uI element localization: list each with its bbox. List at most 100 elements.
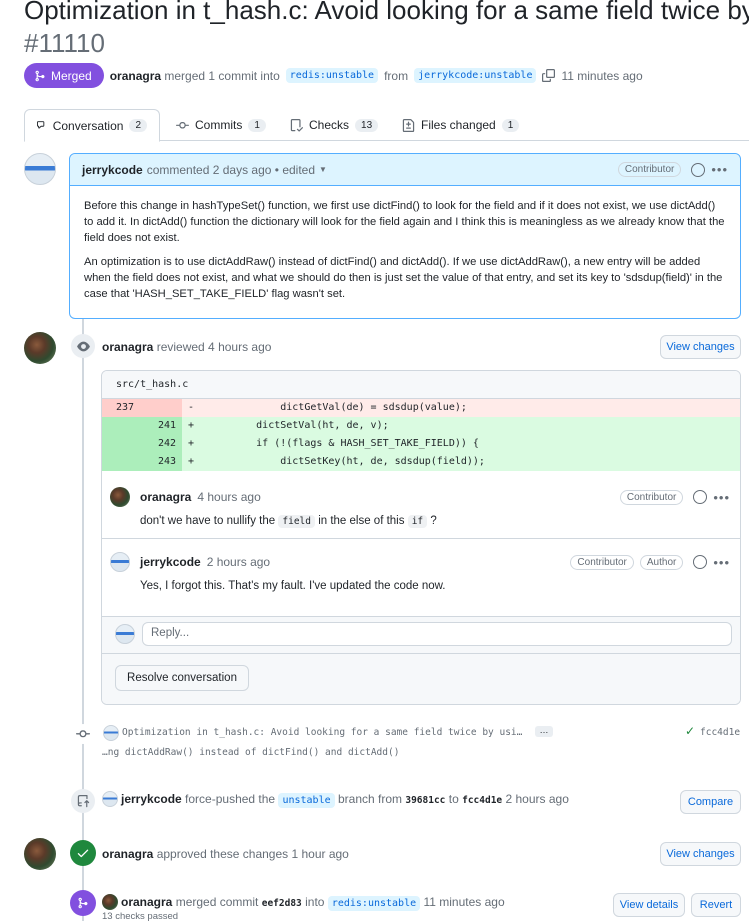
approval-action: approved these changes 1 hour ago — [156, 847, 349, 861]
tab-checks[interactable]: Checks 13 — [278, 109, 390, 141]
avatar[interactable] — [24, 332, 56, 364]
timeline-line — [82, 318, 84, 921]
merge-event-time[interactable]: 11 minutes ago — [423, 895, 504, 909]
from-sha[interactable]: 39681cc — [405, 795, 445, 806]
view-changes-button[interactable]: View changes — [660, 335, 741, 359]
avatar[interactable] — [102, 791, 118, 807]
view-changes-button[interactable]: View changes — [660, 842, 741, 866]
reply-area: Reply... Resolve conversation — [102, 616, 740, 704]
comment-header: jerrykcode commented 2 days ago • edited… — [70, 154, 740, 186]
avatar[interactable] — [103, 725, 119, 741]
review-comment-time[interactable]: 4 hours ago — [197, 490, 260, 504]
compare-button[interactable]: Compare — [680, 790, 741, 814]
approval-author[interactable]: oranagra — [102, 847, 153, 861]
merged-status-label: Merged — [51, 68, 92, 83]
new-line-number[interactable]: 243 — [152, 453, 182, 471]
avatar[interactable] — [24, 838, 56, 870]
review-comment-author[interactable]: oranagra — [140, 490, 191, 504]
commit-sha[interactable]: fcc4d1e — [700, 727, 740, 738]
checklist-icon — [290, 118, 303, 132]
tab-files-changed-label: Files changed — [421, 118, 496, 132]
comment-paragraph: Before this change in hashTypeSet() func… — [84, 200, 725, 244]
tab-conversation[interactable]: Conversation 2 — [24, 109, 160, 142]
checks-passed-text[interactable]: 13 checks passed — [102, 911, 178, 921]
file-path[interactable]: src/t_hash.c — [102, 371, 740, 399]
old-line-number[interactable] — [102, 417, 152, 435]
review-comment-body: Yes, I forgot this. That's my fault. I'v… — [140, 580, 446, 592]
merge-event-author[interactable]: oranagra — [121, 895, 172, 909]
merge-summary: oranagra merged 1 commit into — [110, 69, 280, 83]
comment-paragraph: An optimization is to use dictAddRaw() i… — [84, 256, 723, 300]
review-comment-header: jerrykcode 2 hours ago Contributor Autho… — [110, 552, 730, 572]
from-text: from — [384, 68, 409, 83]
to-sha[interactable]: fcc4d1e — [462, 795, 502, 806]
diff-code: dictGetVal(de) = sdsdup(value); — [208, 402, 467, 413]
force-push-time[interactable]: 2 hours ago — [505, 792, 568, 806]
force-push-branch[interactable]: unstable — [278, 793, 335, 808]
tab-commits-count: 1 — [248, 118, 266, 132]
pr-number: #11110 — [24, 28, 105, 58]
avatar[interactable] — [24, 153, 56, 185]
review-comment-author[interactable]: jerrykcode — [140, 555, 201, 569]
old-line-number[interactable]: 237 — [102, 399, 152, 417]
old-line-number[interactable] — [102, 435, 152, 453]
kebab-menu-icon[interactable]: ••• — [711, 162, 728, 177]
tab-conversation-label: Conversation — [52, 118, 124, 133]
reply-input[interactable]: Reply... — [142, 622, 732, 646]
comment-text: ? — [430, 515, 437, 527]
kebab-menu-icon[interactable]: ••• — [713, 555, 730, 570]
commit-message[interactable]: Optimization in t_hash.c: Avoid looking … — [122, 727, 522, 738]
merge-event-text-b: into — [305, 895, 325, 909]
repo-push-icon — [71, 789, 95, 813]
tab-files-changed-count: 1 — [501, 118, 520, 132]
new-line-number[interactable] — [152, 399, 182, 417]
review-comment-body: don't we have to nullify the field in th… — [110, 515, 730, 528]
force-push-author[interactable]: jerrykcode — [121, 792, 182, 806]
review-event-text: oranagra reviewed 4 hours ago — [102, 340, 271, 354]
smiley-icon[interactable] — [693, 490, 708, 504]
commit-message-continued: …ng dictAddRaw() instead of dictFind() a… — [102, 747, 400, 758]
expand-commit-button[interactable]: … — [535, 726, 553, 737]
force-push-text: jerrykcode force-pushed the unstable bra… — [121, 792, 569, 808]
tab-files-changed[interactable]: Files changed 1 — [390, 109, 531, 141]
merge-author-link[interactable]: oranagra — [110, 69, 161, 83]
chevron-down-icon[interactable]: ▼ — [319, 165, 327, 174]
inline-code: field — [278, 515, 315, 528]
revert-button[interactable]: Revert — [691, 893, 741, 917]
diff-sign: + — [188, 456, 195, 467]
avatar[interactable] — [102, 894, 118, 910]
merge-text: merged 1 commit into — [164, 68, 280, 83]
tab-commits-label: Commits — [195, 118, 243, 132]
review-comment-time[interactable]: 2 hours ago — [207, 555, 270, 569]
comment-author[interactable]: jerrykcode — [82, 163, 143, 177]
kebab-menu-icon[interactable]: ••• — [713, 490, 730, 505]
check-icon — [70, 840, 96, 866]
view-details-button[interactable]: View details — [613, 893, 685, 917]
divider — [102, 538, 740, 539]
check-icon[interactable]: ✓ — [685, 724, 695, 738]
base-branch-label[interactable]: redis:unstable — [285, 68, 379, 83]
resolve-conversation-button[interactable]: Resolve conversation — [115, 665, 249, 691]
merge-icon — [35, 70, 45, 81]
old-line-number[interactable] — [102, 453, 152, 471]
copy-icon[interactable] — [542, 69, 556, 82]
avatar[interactable] — [110, 487, 130, 507]
review-comment-header: oranagra 4 hours ago Contributor ••• — [110, 487, 730, 507]
smiley-icon[interactable] — [693, 555, 708, 569]
tab-commits[interactable]: Commits 1 — [164, 109, 278, 141]
merge-time: 11 minutes ago — [561, 68, 643, 83]
avatar[interactable] — [110, 552, 130, 572]
tab-checks-count: 13 — [355, 118, 379, 132]
pr-title: Optimization in t_hash.c: Avoid looking … — [24, 0, 749, 60]
comment-meta[interactable]: commented 2 days ago • edited — [147, 163, 315, 177]
review-author[interactable]: oranagra — [102, 340, 153, 354]
force-push-text-a: force-pushed the — [185, 792, 276, 806]
diff-sign: - — [188, 402, 195, 413]
head-branch-label[interactable]: jerrykcode:unstable — [414, 68, 537, 83]
new-line-number[interactable]: 241 — [152, 417, 182, 435]
new-line-number[interactable]: 242 — [152, 435, 182, 453]
comment-discussion-icon — [37, 121, 45, 129]
merge-commit-sha[interactable]: eef2d83 — [262, 898, 302, 909]
smiley-icon[interactable] — [691, 162, 706, 177]
merge-target-branch[interactable]: redis:unstable — [327, 896, 421, 911]
